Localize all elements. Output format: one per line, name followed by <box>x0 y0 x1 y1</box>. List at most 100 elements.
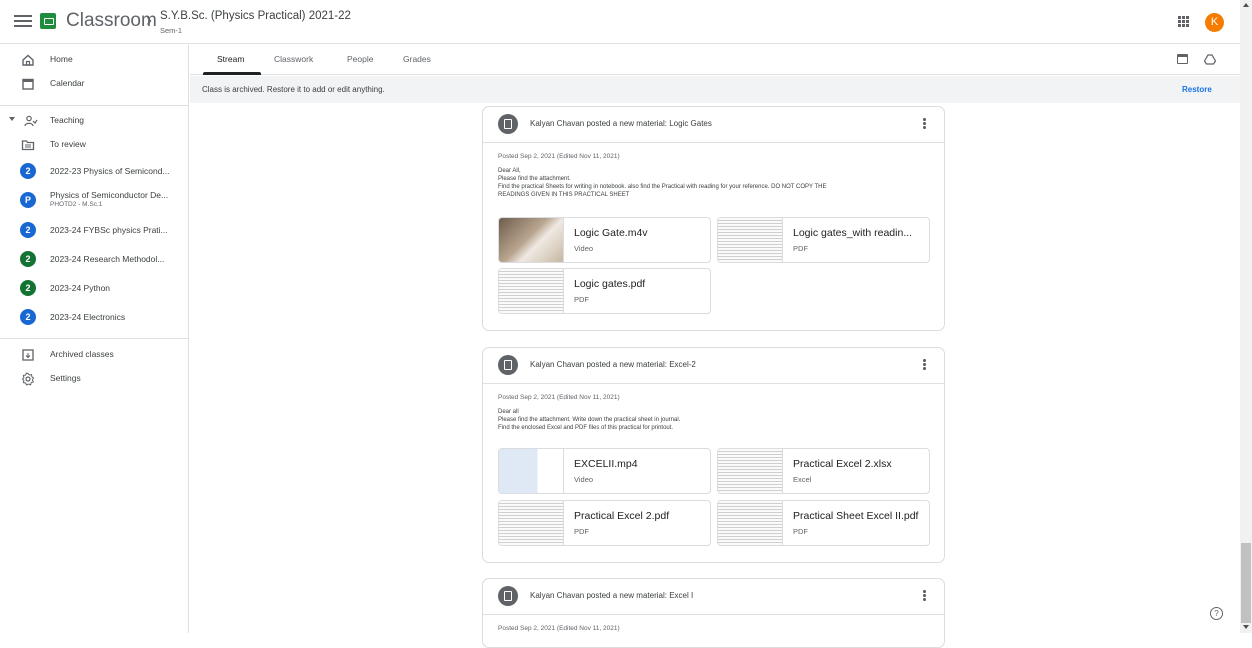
attachment-name: EXCELII.mp4 <box>574 458 638 470</box>
pdf-thumbnail <box>499 269 564 313</box>
sidebar-item-home[interactable]: Home <box>0 48 189 74</box>
class-badge: 2 <box>20 309 36 325</box>
sidebar-item-settings[interactable]: Settings <box>0 367 189 393</box>
archived-banner: Class is archived. Restore it to add or … <box>190 76 1252 103</box>
attachment-card[interactable]: Logic Gate.m4v Video <box>498 217 711 263</box>
gear-icon <box>21 372 35 386</box>
attachment-card[interactable]: Practical Excel 2.xlsx Excel <box>717 448 930 494</box>
account-avatar[interactable]: K <box>1205 13 1224 32</box>
material-icon <box>498 355 518 375</box>
people-icon <box>24 115 38 127</box>
app-title[interactable]: Classroom <box>66 10 157 32</box>
more-options-icon[interactable] <box>923 590 926 602</box>
sidebar-item-to-review[interactable]: To review <box>0 133 189 159</box>
sidebar-item-sublabel: PHOTD2 - M.Sc.1 <box>50 201 103 208</box>
sidebar-item-label: 2022-23 Physics of Semicond... <box>50 166 170 176</box>
attachment-name: Practical Excel 2.xlsx <box>793 458 892 470</box>
classroom-logo-icon[interactable] <box>40 13 56 29</box>
tab-classwork[interactable]: Classwork <box>274 54 313 64</box>
sidebar-item-teaching[interactable]: Teaching <box>0 109 189 135</box>
class-badge: P <box>20 192 36 208</box>
sidebar-item-label: To review <box>50 139 86 149</box>
drive-folder-icon[interactable] <box>1204 54 1216 65</box>
post-body-line: Please find the attachment. <box>498 176 571 182</box>
attachment-type: PDF <box>574 295 589 304</box>
post-body-line: Dear all <box>498 409 519 415</box>
material-icon <box>498 114 518 134</box>
expand-caret-icon[interactable] <box>9 117 15 121</box>
sidebar-divider <box>0 105 189 106</box>
attachment-type: PDF <box>574 527 589 536</box>
scrollbar-track[interactable] <box>1240 0 1252 633</box>
material-icon <box>498 586 518 606</box>
breadcrumb-separator: › <box>146 10 152 30</box>
excel-thumbnail <box>718 449 783 493</box>
pdf-thumbnail <box>718 501 783 545</box>
post-title[interactable]: Kalyan Chavan posted a new material: Log… <box>530 119 712 128</box>
attachment-type: PDF <box>793 244 808 253</box>
sidebar-item-label: Home <box>50 54 73 64</box>
attachment-type: Excel <box>793 475 812 484</box>
pdf-thumbnail <box>718 218 783 262</box>
attachment-name: Logic Gate.m4v <box>574 227 648 239</box>
post-header[interactable]: Kalyan Chavan posted a new material: Exc… <box>483 348 944 384</box>
class-badge: 2 <box>20 251 36 267</box>
archived-message: Class is archived. Restore it to add or … <box>202 85 385 94</box>
restore-button[interactable]: Restore <box>1182 85 1212 94</box>
sidebar-item-class[interactable]: 2 2023-24 Research Methodol... <box>0 248 189 274</box>
material-post[interactable]: Kalyan Chavan posted a new material: Exc… <box>482 578 945 648</box>
more-options-icon[interactable] <box>923 118 926 130</box>
tab-stream[interactable]: Stream <box>217 54 244 64</box>
sidebar-item-class[interactable]: P Physics of Semiconductor De... PHOTD2 … <box>0 186 189 212</box>
attachment-card[interactable]: Practical Excel 2.pdf PDF <box>498 500 711 546</box>
attachment-card[interactable]: Logic gates_with readin... PDF <box>717 217 930 263</box>
attachment-card[interactable]: EXCELII.mp4 Video <box>498 448 711 494</box>
post-date: Posted Sep 2, 2021 (Edited Nov 11, 2021) <box>498 394 620 401</box>
pdf-thumbnail <box>499 501 564 545</box>
attachment-card[interactable]: Logic gates.pdf PDF <box>498 268 711 314</box>
scroll-up-arrow-icon[interactable] <box>1243 3 1249 7</box>
post-header[interactable]: Kalyan Chavan posted a new material: Log… <box>483 107 944 143</box>
tab-people[interactable]: People <box>347 54 373 64</box>
top-bar: Classroom › S.Y.B.Sc. (Physics Practical… <box>0 0 1252 44</box>
sidebar-item-class[interactable]: 2 2022-23 Physics of Semicond... <box>0 160 189 186</box>
sidebar-item-class[interactable]: 2 2023-24 Python <box>0 277 189 303</box>
post-header[interactable]: Kalyan Chavan posted a new material: Exc… <box>483 579 944 615</box>
post-date: Posted Sep 2, 2021 (Edited Nov 11, 2021) <box>498 153 620 160</box>
post-title[interactable]: Kalyan Chavan posted a new material: Exc… <box>530 360 696 369</box>
post-body-line: Dear All, <box>498 168 521 174</box>
calendar-icon[interactable] <box>1177 54 1188 64</box>
attachment-card[interactable]: Practical Sheet Excel II.pdf PDF <box>717 500 930 546</box>
main-menu-icon[interactable] <box>14 12 32 30</box>
help-icon[interactable]: ? <box>1210 607 1223 620</box>
scrollbar-thumb[interactable] <box>1241 543 1251 623</box>
sidebar-item-calendar[interactable]: Calendar <box>0 72 189 98</box>
material-post[interactable]: Kalyan Chavan posted a new material: Exc… <box>482 347 945 563</box>
post-title[interactable]: Kalyan Chavan posted a new material: Exc… <box>530 591 693 600</box>
sidebar-divider <box>0 338 189 339</box>
sidebar-item-archived[interactable]: Archived classes <box>0 343 189 369</box>
post-body-line: READINGS GIVEN IN THIS PRACTICAL SHEET <box>498 192 630 198</box>
attachment-type: Video <box>574 475 594 484</box>
attachment-name: Logic gates_with readin... <box>793 227 913 239</box>
google-apps-icon[interactable] <box>1178 16 1189 27</box>
scroll-down-arrow-icon[interactable] <box>1243 625 1249 629</box>
archive-icon <box>22 349 34 361</box>
attachment-type: PDF <box>793 527 808 536</box>
calendar-icon <box>22 78 34 90</box>
tab-grades[interactable]: Grades <box>403 54 431 64</box>
sidebar-item-class[interactable]: 2 2023-24 Electronics <box>0 306 189 332</box>
home-icon <box>22 54 34 66</box>
class-badge: 2 <box>20 163 36 179</box>
material-post[interactable]: Kalyan Chavan posted a new material: Log… <box>482 106 945 331</box>
more-options-icon[interactable] <box>923 359 926 371</box>
sidebar-item-label: 2023-24 Python <box>50 283 111 293</box>
sidebar-item-label: 2023-24 FYBSc physics Prati... <box>50 225 168 235</box>
post-date: Posted Sep 2, 2021 (Edited Nov 11, 2021) <box>498 625 620 632</box>
post-body-line: Find the practical Sheets for writing in… <box>498 184 827 190</box>
sidebar-item-class[interactable]: 2 2023-24 FYBSc physics Prati... <box>0 219 189 245</box>
class-title[interactable]: S.Y.B.Sc. (Physics Practical) 2021-22 <box>160 10 351 22</box>
attachment-type: Video <box>574 244 594 253</box>
folder-icon <box>21 140 35 151</box>
sidebar-item-label: 2023-24 Research Methodol... <box>50 254 165 264</box>
